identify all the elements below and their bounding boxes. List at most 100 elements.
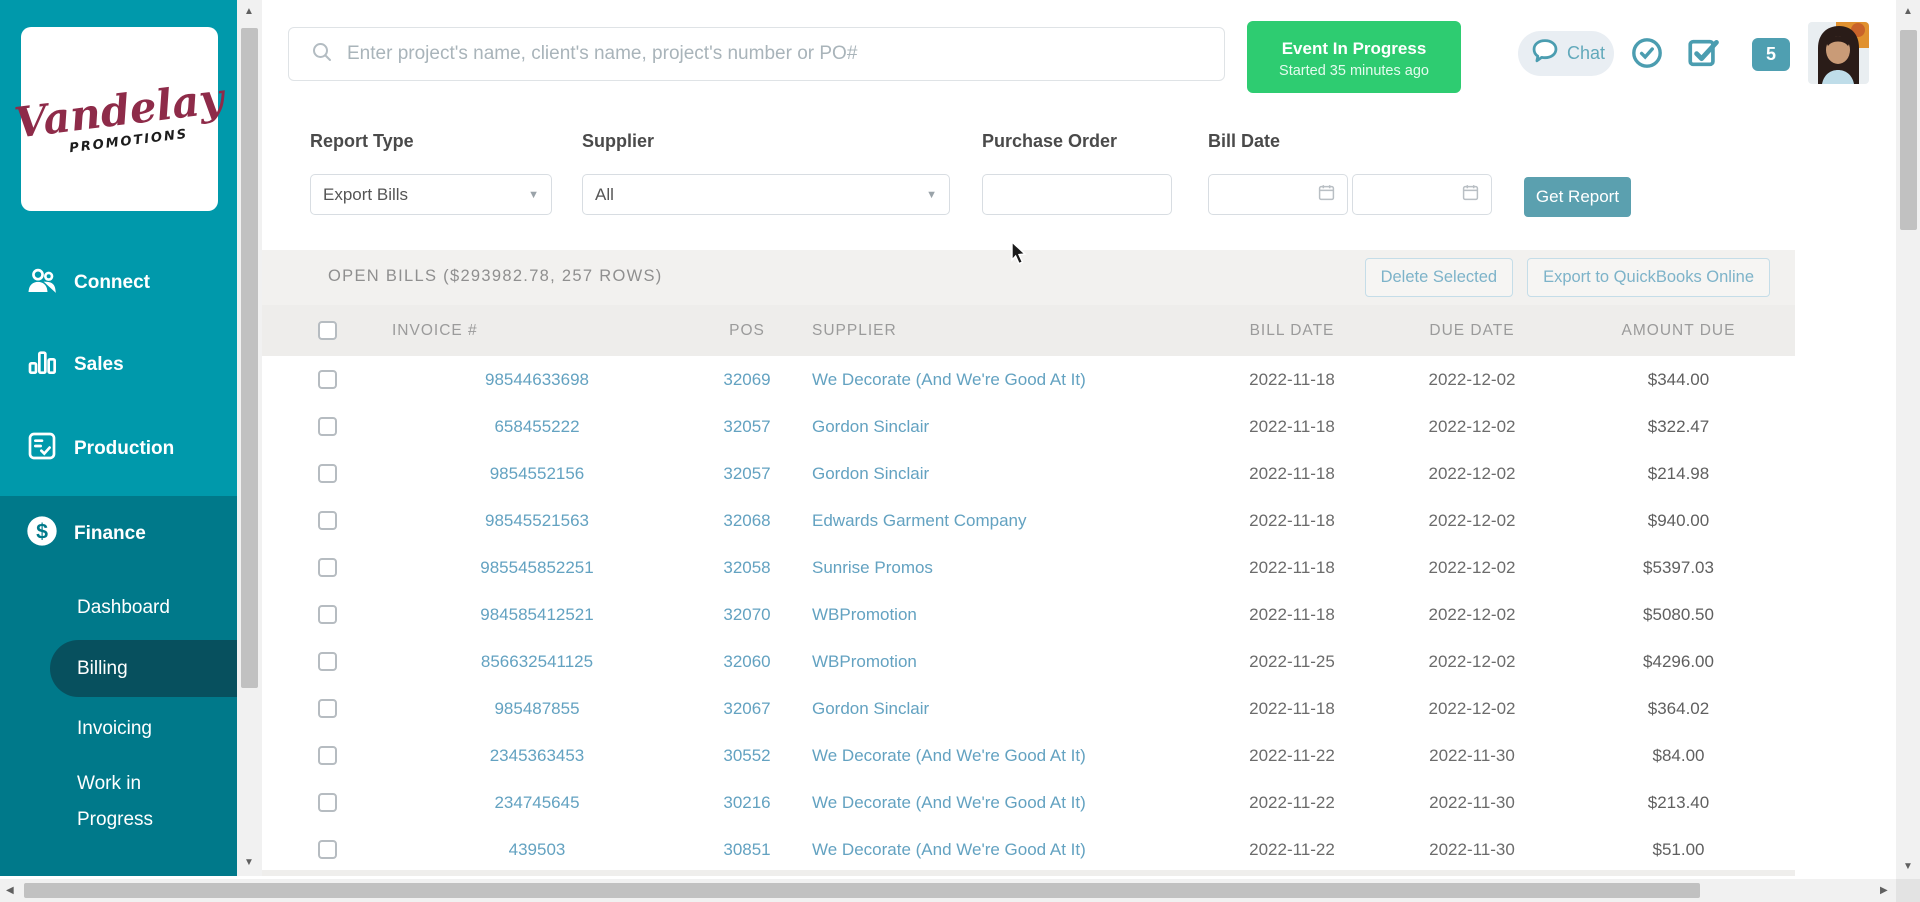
row-checkbox[interactable] — [318, 793, 337, 812]
supplier-link[interactable]: Gordon Sinclair — [812, 417, 1202, 437]
scroll-down-arrow[interactable]: ▼ — [244, 858, 254, 868]
page-horizontal-scrollbar[interactable]: ◀ ▶ — [0, 879, 1896, 902]
supplier-link[interactable]: Edwards Garment Company — [812, 511, 1202, 531]
user-avatar[interactable] — [1808, 22, 1869, 84]
supplier-select[interactable]: All ▼ — [582, 174, 950, 215]
bill-date-to-field[interactable] — [1352, 174, 1492, 215]
notification-badge[interactable]: 5 — [1752, 38, 1790, 71]
pos-link[interactable]: 32067 — [682, 699, 812, 719]
invoice-link[interactable]: 439503 — [392, 840, 682, 860]
pos-link[interactable]: 30851 — [682, 840, 812, 860]
page-vertical-scrollbar[interactable]: ▲ ▼ — [1896, 0, 1920, 879]
pos-link[interactable]: 32069 — [682, 370, 812, 390]
scroll-up-arrow[interactable]: ▲ — [244, 7, 254, 17]
scroll-up-arrow[interactable]: ▲ — [1903, 7, 1913, 17]
invoice-link[interactable]: 234745645 — [392, 793, 682, 813]
row-checkbox[interactable] — [318, 605, 337, 624]
sidebar-item-billing-active[interactable]: Billing — [50, 640, 237, 697]
supplier-link[interactable]: Gordon Sinclair — [812, 699, 1202, 719]
supplier-link[interactable]: WBPromotion — [812, 652, 1202, 672]
amount-due-cell: $51.00 — [1562, 840, 1795, 860]
company-logo[interactable]: Vandelay PROMOTIONS — [21, 27, 218, 211]
sidebar-item-analysis-clipped[interactable]: Analysis — [0, 867, 237, 876]
select-all-checkbox[interactable] — [318, 321, 337, 340]
invoice-link[interactable]: 985545852251 — [392, 558, 682, 578]
invoice-link[interactable]: 658455222 — [392, 417, 682, 437]
row-checkbox[interactable] — [318, 417, 337, 436]
invoice-link[interactable]: 9854552156 — [392, 464, 682, 484]
pos-link[interactable]: 30552 — [682, 746, 812, 766]
amount-due-cell: $5397.03 — [1562, 558, 1795, 578]
invoice-link[interactable]: 984585412521 — [392, 605, 682, 625]
sidebar-item-production[interactable]: Production — [0, 418, 237, 480]
pos-link[interactable]: 32057 — [682, 417, 812, 437]
sidebar-item-finance[interactable]: $ Finance — [0, 503, 237, 565]
row-checkbox[interactable] — [318, 370, 337, 389]
supplier-link[interactable]: We Decorate (And We're Good At It) — [812, 840, 1202, 860]
supplier-link[interactable]: WBPromotion — [812, 605, 1202, 625]
chat-button[interactable]: Chat — [1518, 31, 1614, 76]
row-checkbox[interactable] — [318, 746, 337, 765]
scrollbar-thumb[interactable] — [1900, 30, 1917, 230]
invoice-link[interactable]: 985487855 — [392, 699, 682, 719]
invoice-link[interactable]: 98544633698 — [392, 370, 682, 390]
column-header-amount-due: AMOUNT DUE — [1562, 322, 1795, 340]
sub-item-label: Invoicing — [77, 718, 152, 740]
supplier-link[interactable]: We Decorate (And We're Good At It) — [812, 793, 1202, 813]
clock-icon[interactable] — [1630, 36, 1664, 70]
supplier-link[interactable]: We Decorate (And We're Good At It) — [812, 370, 1202, 390]
sidebar-item-connect[interactable]: Connect — [0, 252, 237, 314]
sidebar-item-label: Production — [74, 438, 174, 460]
row-checkbox[interactable] — [318, 558, 337, 577]
sidebar-item-sales[interactable]: Sales — [0, 334, 237, 396]
pos-link[interactable]: 32070 — [682, 605, 812, 625]
invoice-link[interactable]: 98545521563 — [392, 511, 682, 531]
dollar-circle-icon: $ — [26, 515, 58, 553]
delete-selected-button[interactable]: Delete Selected — [1365, 258, 1514, 297]
row-checkbox[interactable] — [318, 840, 337, 859]
scrollbar-thumb[interactable] — [241, 28, 258, 688]
bill-date-cell: 2022-11-18 — [1202, 464, 1382, 484]
row-checkbox[interactable] — [318, 511, 337, 530]
row-checkbox[interactable] — [318, 652, 337, 671]
scroll-left-arrow[interactable]: ◀ — [6, 886, 14, 896]
due-date-cell: 2022-12-02 — [1382, 699, 1562, 719]
scroll-down-arrow[interactable]: ▼ — [1903, 862, 1913, 872]
invoice-link[interactable]: 2345363453 — [392, 746, 682, 766]
export-quickbooks-button[interactable]: Export to QuickBooks Online — [1527, 258, 1770, 297]
amount-due-cell: $84.00 — [1562, 746, 1795, 766]
row-checkbox[interactable] — [318, 464, 337, 483]
bar-chart-icon — [26, 347, 58, 383]
get-report-button[interactable]: Get Report — [1524, 177, 1631, 217]
pos-link[interactable]: 32058 — [682, 558, 812, 578]
sidebar-item-dashboard[interactable]: Dashboard — [0, 582, 237, 634]
supplier-link[interactable]: Gordon Sinclair — [812, 464, 1202, 484]
bill-date-from-field[interactable] — [1208, 174, 1348, 215]
inner-vertical-scrollbar[interactable]: ▲ ▼ — [237, 0, 262, 876]
supplier-link[interactable]: Sunrise Promos — [812, 558, 1202, 578]
purchase-order-field[interactable] — [982, 174, 1172, 215]
bill-date-cell: 2022-11-22 — [1202, 793, 1382, 813]
report-type-value: Export Bills — [323, 185, 408, 205]
pos-link[interactable]: 30216 — [682, 793, 812, 813]
search-input[interactable] — [347, 43, 1224, 65]
report-type-select[interactable]: Export Bills ▼ — [310, 174, 552, 215]
supplier-link[interactable]: We Decorate (And We're Good At It) — [812, 746, 1202, 766]
row-checkbox[interactable] — [318, 699, 337, 718]
scrollbar-thumb[interactable] — [24, 883, 1700, 898]
invoice-link[interactable]: 856632541125 — [392, 652, 682, 672]
purchase-order-input[interactable] — [995, 185, 1159, 205]
bill-date-from-input[interactable] — [1221, 185, 1311, 205]
bill-date-to-input[interactable] — [1365, 185, 1455, 205]
sidebar-item-invoicing[interactable]: Invoicing — [0, 703, 237, 755]
pos-link[interactable]: 32068 — [682, 511, 812, 531]
event-in-progress-button[interactable]: Event In Progress Started 35 minutes ago — [1247, 21, 1461, 93]
scroll-right-arrow[interactable]: ▶ — [1880, 886, 1888, 896]
sub-item-label: Dashboard — [77, 597, 170, 619]
pos-link[interactable]: 32057 — [682, 464, 812, 484]
sidebar-item-work-in-progress[interactable]: Work in Progress — [0, 762, 210, 842]
tasks-check-icon[interactable] — [1686, 36, 1720, 70]
bill-date-cell: 2022-11-22 — [1202, 840, 1382, 860]
pos-link[interactable]: 32060 — [682, 652, 812, 672]
event-title: Event In Progress — [1247, 39, 1461, 59]
